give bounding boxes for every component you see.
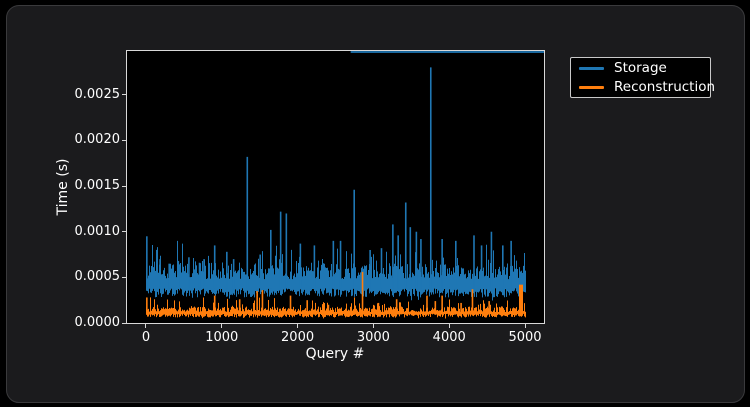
y-tick-label: 0.0020	[36, 132, 120, 147]
legend-entry: Storage	[579, 60, 702, 76]
screenshot-root: Time (s) Query # 0100020003000400050000.…	[0, 0, 750, 407]
y-tick-label: 0.0000	[36, 315, 120, 330]
x-tick-label: 3000	[343, 330, 403, 345]
legend-line-sample	[579, 86, 604, 89]
x-tick-label: 5000	[495, 330, 555, 345]
legend-line-sample	[579, 67, 604, 70]
x-tick-label: 0	[116, 330, 176, 345]
y-tick-mark	[122, 231, 126, 232]
legend: Storage Reconstruction	[570, 57, 711, 98]
x-tick-label: 2000	[268, 330, 328, 345]
figure-window: Time (s) Query # 0100020003000400050000.…	[6, 5, 745, 403]
x-tick-mark	[145, 324, 146, 328]
y-tick-label: 0.0015	[36, 178, 120, 193]
x-tick-mark	[525, 324, 526, 328]
x-tick-label: 1000	[192, 330, 252, 345]
y-tick-mark	[122, 323, 126, 324]
legend-entry-label: Storage	[614, 60, 667, 76]
x-tick-mark	[221, 324, 222, 328]
x-tick-label: 4000	[419, 330, 479, 345]
legend-entry: Reconstruction	[579, 79, 702, 95]
x-tick-mark	[297, 324, 298, 328]
y-tick-mark	[122, 186, 126, 187]
x-axis-label: Query #	[306, 346, 365, 362]
plot-area	[126, 50, 545, 324]
y-tick-mark	[122, 140, 126, 141]
y-tick-mark	[122, 277, 126, 278]
y-tick-label: 0.0025	[36, 87, 120, 102]
x-tick-mark	[373, 324, 374, 328]
x-tick-mark	[449, 324, 450, 328]
y-tick-label: 0.0010	[36, 224, 120, 239]
plot-canvas	[127, 51, 544, 323]
legend-entry-label: Reconstruction	[614, 79, 715, 95]
y-tick-mark	[122, 94, 126, 95]
y-tick-label: 0.0005	[36, 269, 120, 284]
